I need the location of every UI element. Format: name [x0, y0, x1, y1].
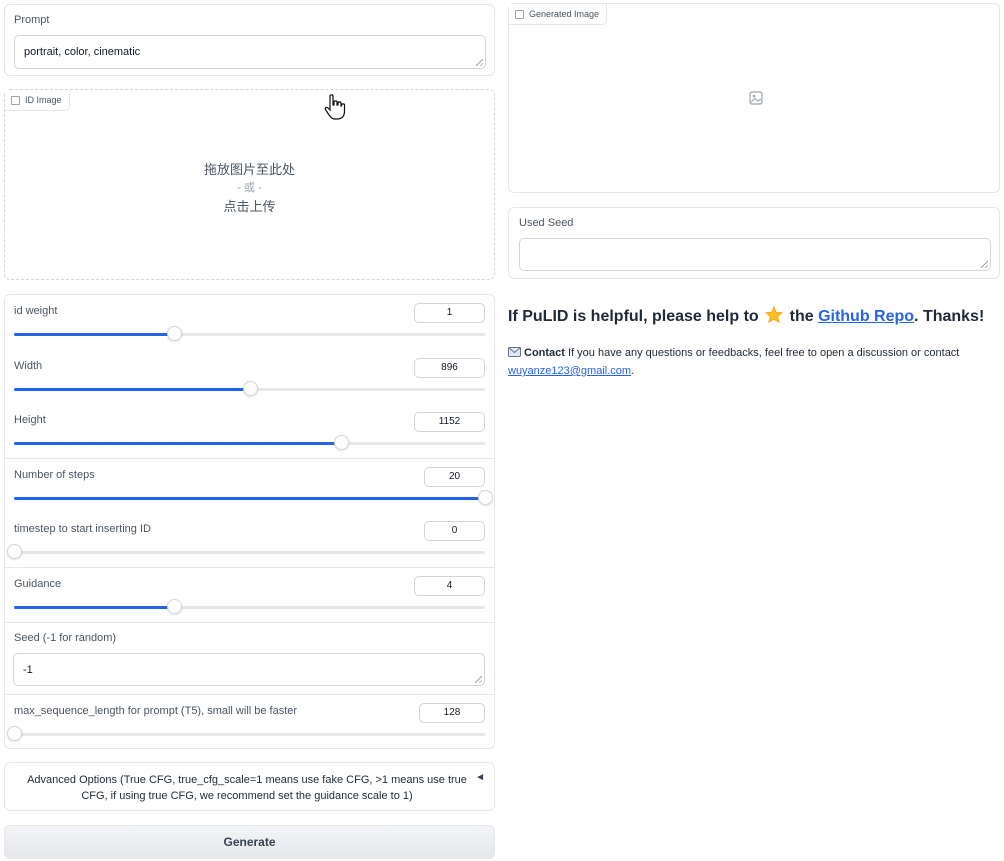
- info-heading: If PuLID is helpful, please help to the …: [508, 305, 1000, 326]
- slider-label: Number of steps: [14, 469, 95, 481]
- divider: [4, 622, 495, 623]
- generated-image-chip: Generated Image: [509, 4, 608, 25]
- prompt-input[interactable]: portrait, color, cinematic: [14, 35, 486, 69]
- slider-fill: [14, 333, 175, 336]
- contact-label: Contact: [524, 347, 565, 359]
- used-seed-label: Used Seed: [519, 217, 574, 229]
- slider-label: Height: [14, 414, 46, 426]
- max-seq-number-input[interactable]: 128: [419, 703, 485, 723]
- hand-cursor-icon: [324, 94, 346, 120]
- slider-thumb[interactable]: [7, 544, 22, 559]
- envelope-icon: [508, 347, 521, 357]
- slider-fill: [14, 606, 175, 609]
- advanced-options-label: Advanced Options (True CFG, true_cfg_sca…: [27, 774, 467, 802]
- collapse-arrow-icon: ◄: [475, 772, 485, 783]
- advanced-options-accordion[interactable]: Advanced Options (True CFG, true_cfg_sca…: [4, 762, 495, 811]
- star-icon: [765, 305, 784, 324]
- slider-track[interactable]: [14, 381, 485, 396]
- slider-track[interactable]: [14, 490, 493, 505]
- seed-input[interactable]: -1: [13, 653, 485, 686]
- generate-button[interactable]: Generate: [4, 825, 495, 859]
- slider-label: Guidance: [14, 578, 62, 590]
- slider-label: Width: [14, 360, 43, 372]
- slider-label: timestep to start inserting ID: [14, 523, 151, 535]
- slider-thumb[interactable]: [7, 726, 22, 741]
- drop-text: 拖放图片至此处: [203, 162, 295, 177]
- slider-number-input[interactable]: 896: [414, 358, 485, 378]
- upload-text: 点击上传: [223, 199, 276, 214]
- resize-handle-icon[interactable]: [475, 676, 482, 683]
- slider-fill: [14, 388, 250, 391]
- slider-number-input[interactable]: 4: [414, 576, 485, 596]
- max-seq-label: max_sequence_length for prompt (T5), sma…: [14, 705, 298, 717]
- slider-track[interactable]: [14, 599, 485, 614]
- slider-track[interactable]: [7, 544, 485, 559]
- image-icon: [515, 9, 524, 19]
- heading-mid: the: [789, 308, 814, 325]
- prompt-label: Prompt: [14, 14, 50, 26]
- generated-image-panel: Generated Image: [508, 3, 1000, 193]
- id-image-label: ID Image: [25, 95, 62, 105]
- slider-track[interactable]: [14, 326, 485, 341]
- generate-label: Generate: [223, 835, 276, 849]
- seed-value: -1: [23, 664, 33, 676]
- prompt-value: portrait, color, cinematic: [24, 46, 141, 58]
- used-seed-input[interactable]: [519, 238, 991, 271]
- prompt-block: Prompt portrait, color, cinematic: [4, 4, 495, 76]
- slider-fill: [14, 442, 342, 445]
- slider-fill: [14, 497, 485, 500]
- heading-prefix: If PuLID is helpful, please help to: [508, 308, 759, 325]
- resize-handle-icon[interactable]: [476, 59, 483, 66]
- id-image-chip: ID Image: [5, 90, 70, 111]
- slider-thumb[interactable]: [242, 381, 258, 396]
- slider-number-input[interactable]: 1: [414, 303, 485, 323]
- contact-text: If you have any questions or feedbacks, …: [568, 347, 960, 359]
- image-placeholder-icon: [749, 91, 763, 105]
- divider: [4, 567, 495, 568]
- seed-label: Seed (-1 for random): [14, 632, 117, 644]
- slider-thumb[interactable]: [478, 490, 493, 505]
- used-seed-block: Used Seed: [508, 207, 1000, 279]
- contact-paragraph: Contact If you have any questions or fee…: [508, 344, 978, 380]
- slider-number-input[interactable]: 1152: [414, 412, 485, 432]
- github-repo-link[interactable]: Github Repo: [818, 308, 914, 325]
- max-seq-slider[interactable]: [7, 726, 485, 741]
- slider-label: id weight: [14, 305, 58, 317]
- or-text: - 或 -: [237, 182, 262, 194]
- email-suffix: .: [631, 365, 635, 377]
- divider: [4, 694, 495, 695]
- generated-image-label: Generated Image: [529, 9, 600, 19]
- slider-number-input[interactable]: 20: [424, 467, 485, 487]
- slider-track[interactable]: [14, 435, 485, 450]
- id-image-dropzone[interactable]: ID Image 拖放图片至此处 - 或 - 点击上传: [4, 89, 495, 280]
- heading-suffix: . Thanks!: [914, 308, 985, 325]
- image-icon: [11, 95, 20, 105]
- email-link[interactable]: wuyanze123@gmail.com: [508, 365, 631, 377]
- slider-number-input[interactable]: 0: [424, 521, 485, 541]
- divider: [4, 458, 495, 459]
- resize-handle-icon[interactable]: [981, 261, 988, 268]
